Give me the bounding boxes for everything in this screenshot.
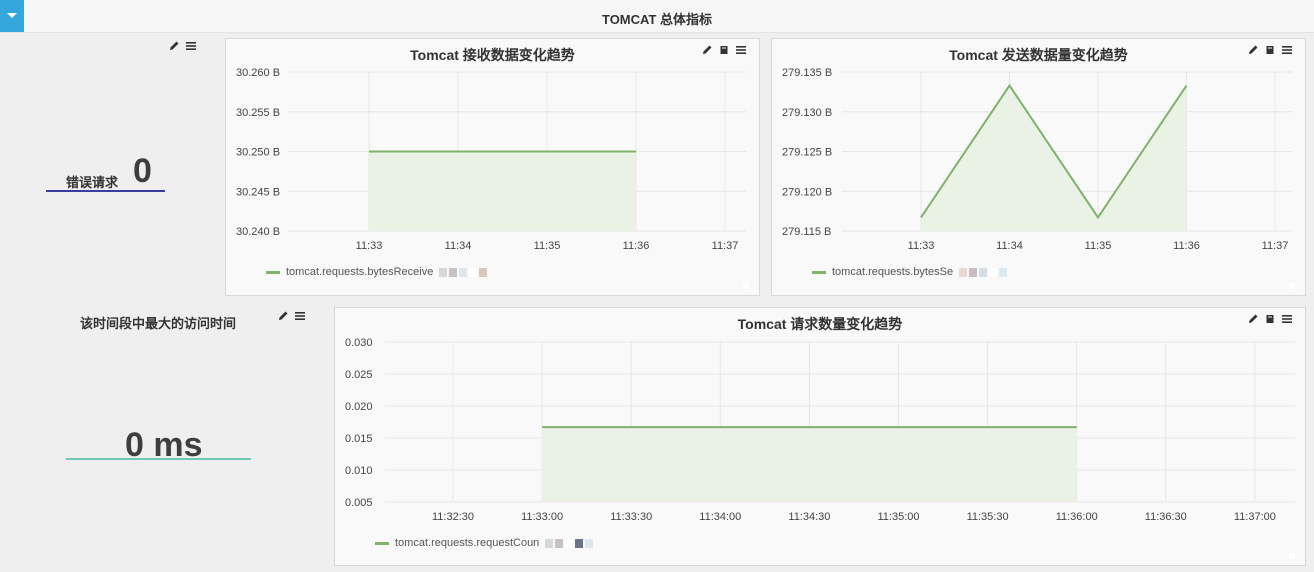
y-tick-label: 279.130 B [782,107,832,119]
row-header: TOMCAT 总体指标 [0,0,1314,33]
x-tick-label: 11:34 [996,240,1023,252]
x-tick-label: 11:36:30 [1145,511,1187,523]
x-tick-label: 11:32:30 [432,511,474,523]
pencil-icon[interactable] [277,310,289,322]
y-tick-label: 279.120 B [782,186,832,198]
legend-swatch [812,270,826,274]
y-tick-label: 279.135 B [782,67,832,79]
chart-bytes-sent: 279.135 B 279.130 B 279.125 B 279.120 B 279.… [782,67,1292,252]
series-area [542,427,1077,502]
y-tick-label: 0.015 [345,433,373,445]
chart-bytes-received: 30.260 B 30.255 B 30.250 B 30.245 B 30.240 B… [236,67,746,252]
y-tick-label: 0.020 [345,401,373,413]
resize-handle[interactable] [743,283,749,289]
errors-value: 0 [133,152,152,190]
y-tick-label: 0.005 [345,497,373,509]
pencil-icon[interactable] [168,40,180,52]
redacted-text [545,538,594,548]
resize-handle[interactable] [1289,553,1295,559]
x-tick-label: 11:35:30 [967,511,1009,523]
y-tick-label: 0.030 [345,337,373,349]
panel-request-count: Tomcat 请求数量变化趋势 0.030 0.025 0.020 0.015 0.01… [334,307,1306,566]
y-tick-label: 30.260 B [236,67,280,79]
y-tick-label: 30.250 B [236,147,280,159]
legend-label: tomcat.requests.requestCoun [395,537,540,549]
row-title: TOMCAT 总体指标 [601,12,712,27]
y-tick-label: 30.255 B [236,107,280,119]
chart-request-count: 0.030 0.025 0.020 0.015 0.010 0.005 11:32:30 11… [345,337,1295,523]
x-tick-label: 11:37 [1262,240,1289,252]
max-time-label: 该时间段中最大的访问时间 [80,316,237,331]
errors-label: 错误请求 [66,175,119,190]
series-area [369,151,636,231]
errors-underline [46,190,165,192]
x-tick-label: 11:34:00 [699,511,741,523]
x-tick-label: 11:37:00 [1234,511,1276,523]
y-tick-label: 30.245 B [236,186,280,198]
legend-item[interactable]: tomcat.requests.requestCoun [375,537,594,549]
x-tick-label: 11:36 [1173,240,1200,252]
y-tick-label: 0.010 [345,465,373,477]
x-tick-label: 11:36:00 [1056,511,1098,523]
x-tick-label: 11:35 [1085,240,1112,252]
singlestat-max-toolbar [277,310,306,322]
legend-swatch [266,270,280,274]
legend-label: tomcat.requests.bytesSe [832,266,954,278]
x-tick-label: 11:36 [623,240,650,252]
x-tick-label: 11:33:30 [610,511,652,523]
panel-bytes-sent: Tomcat 发送数据量变化趋势 279.135 B 279.130 B 279.1… [771,38,1306,296]
panel-bytes-received: Tomcat 接收数据变化趋势 30.260 B 30.255 B 30.250 B… [225,38,760,296]
legend-label: tomcat.requests.bytesReceive [286,266,434,278]
max-time-underline [66,458,251,460]
legend-swatch [375,541,389,545]
singlestat-errors-toolbar [168,40,197,52]
x-tick-label: 11:33 [908,240,935,252]
x-tick-label: 11:33 [356,240,383,252]
redacted-text [959,267,1008,277]
menu-icon[interactable] [294,310,306,322]
x-tick-label: 11:37 [712,240,739,252]
y-tick-label: 30.240 B [236,226,280,238]
y-tick-label: 279.125 B [782,147,832,159]
y-tick-label: 279.115 B [782,226,831,238]
y-tick-label: 0.025 [345,369,373,381]
x-tick-label: 11:33:00 [521,511,563,523]
menu-icon[interactable] [185,40,197,52]
x-tick-label: 11:35 [534,240,561,252]
x-tick-label: 11:34:30 [788,511,830,523]
redacted-text [439,267,488,277]
x-tick-label: 11:34 [445,240,472,252]
legend-item[interactable]: tomcat.requests.bytesSe [812,266,1008,278]
legend-item[interactable]: tomcat.requests.bytesReceive [266,266,488,278]
resize-handle[interactable] [1289,283,1295,289]
x-tick-label: 11:35:00 [877,511,919,523]
